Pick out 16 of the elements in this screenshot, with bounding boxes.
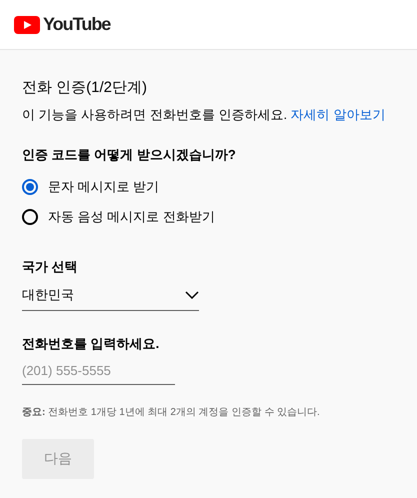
- page-title: 전화 인증(1/2단계): [22, 78, 148, 97]
- chevron-down-icon: [185, 291, 199, 299]
- note-text: 중요: 전화번호 1개당 1년에 최대 2개의 계정을 인증할 수 있습니다.: [22, 406, 321, 419]
- description-text: 이 기능을 사용하려면 전화번호를 인증하세요. 자세히 알아보기: [22, 106, 386, 124]
- learn-more-link[interactable]: 자세히 알아보기: [290, 107, 386, 122]
- option-label: 자동 음성 메시지로 전화받기: [48, 208, 215, 226]
- phone-label: 전화번호를 입력하세요.: [22, 335, 160, 353]
- play-logo-icon: [14, 16, 40, 34]
- question-label: 인증 코드를 어떻게 받으시겠습니까?: [22, 146, 237, 164]
- radio-button[interactable]: [22, 209, 38, 225]
- country-label: 국가 선택: [22, 258, 79, 276]
- option-label: 문자 메시지로 받기: [48, 178, 160, 196]
- logo-text: YouTube: [43, 14, 110, 35]
- radio-button[interactable]: [22, 179, 38, 195]
- phone-input[interactable]: (201) 555-5555: [22, 363, 175, 385]
- country-select[interactable]: 대한민국: [22, 286, 199, 311]
